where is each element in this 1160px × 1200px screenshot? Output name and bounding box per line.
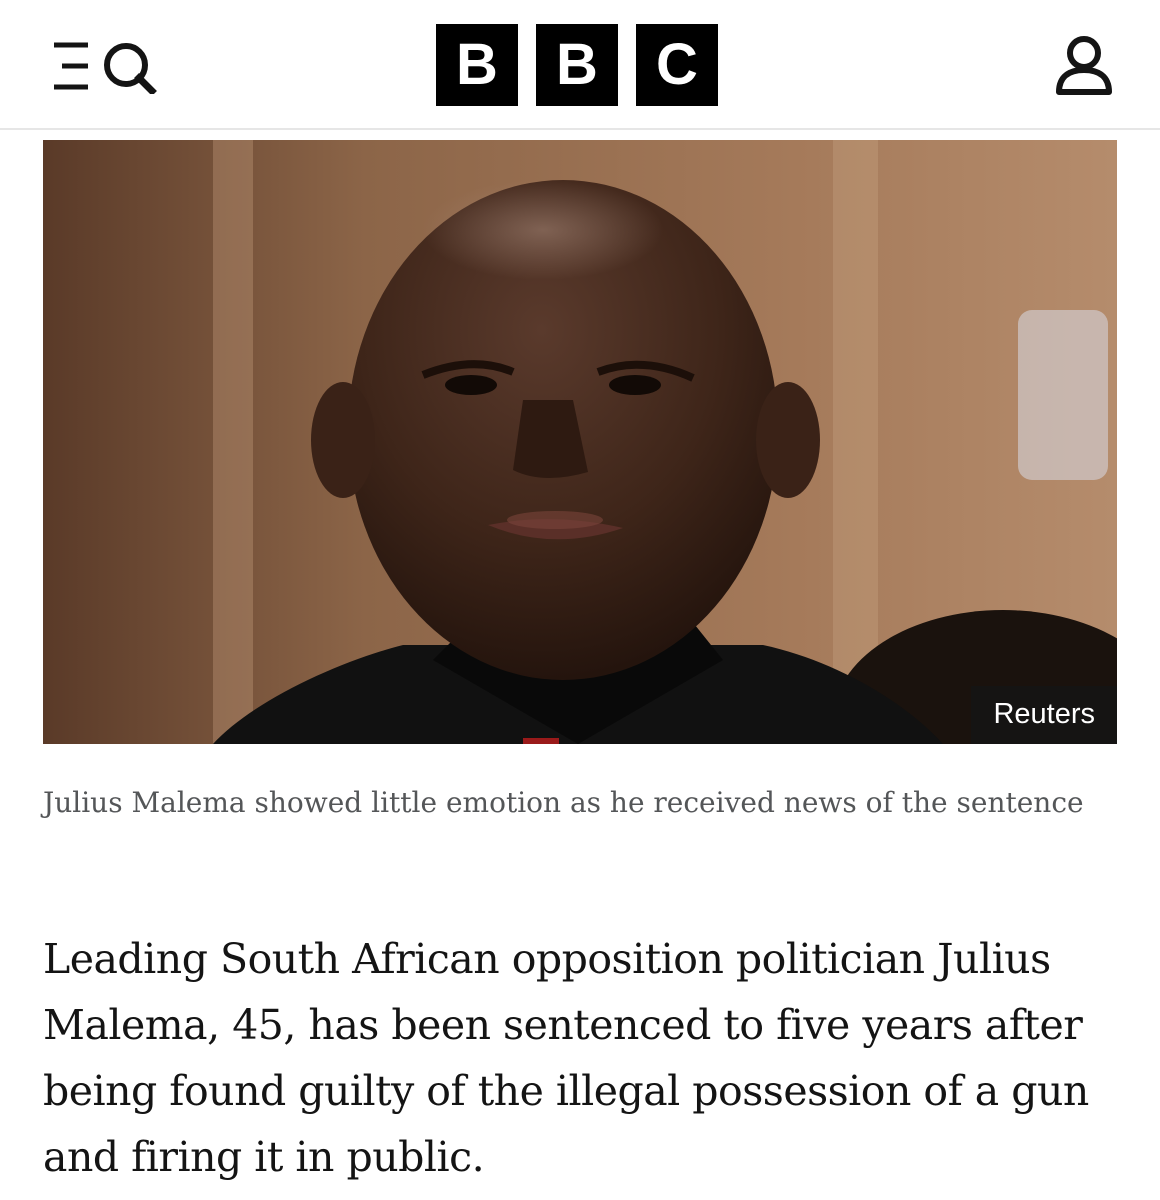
brand-letter-c: C [636,24,718,106]
account-icon [1056,36,1112,95]
article-hero-image: Reuters [43,140,1117,744]
image-caption: Julius Malema showed little emotion as h… [43,786,1084,819]
brand-letter-b1: B [436,24,518,106]
account-button[interactable] [1052,34,1116,98]
menu-search-button[interactable] [44,38,160,96]
bbc-logo[interactable]: B B C [436,24,722,106]
menu-icon [54,42,157,96]
image-credit: Reuters [971,686,1117,744]
search-icon [104,43,157,96]
article-lead-paragraph: Leading South African opposition politic… [43,935,1089,1181]
site-header: B B C [0,0,1160,130]
brand-letter-b2: B [536,24,618,106]
portrait-image [43,140,1117,744]
